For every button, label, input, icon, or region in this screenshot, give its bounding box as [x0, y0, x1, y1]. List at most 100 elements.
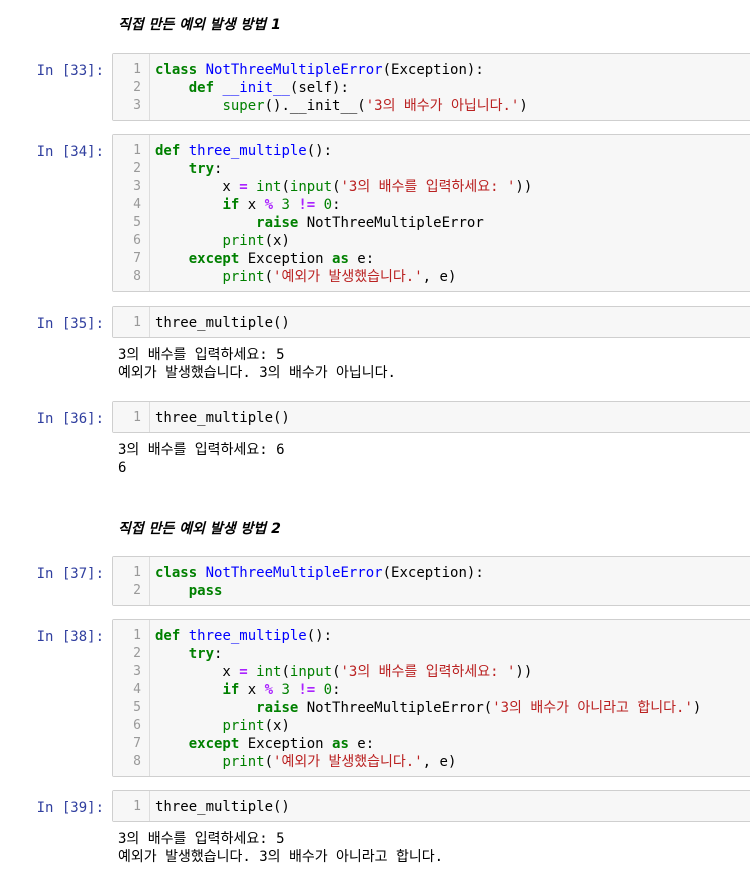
code-token: __init__ [222, 80, 290, 96]
code-token: : [332, 682, 341, 698]
code-token: x [239, 197, 265, 213]
code-token: '예외가 발생했습니다.' [273, 269, 423, 285]
code-token: : [214, 646, 223, 662]
code-token: '3의 배수가 아니라고 합니다.' [492, 700, 693, 716]
code-editor[interactable]: 1 def three_multiple(): 2 try: 3 x = int(in… [112, 619, 750, 777]
code-text: print('예외가 발생했습니다.', e) [155, 753, 456, 771]
line-number: 3 [133, 664, 141, 679]
code-token: % [264, 682, 274, 698]
output-line: 예외가 발생했습니다. 3의 배수가 아니라고 합니다. [118, 849, 444, 865]
input-prompt: In [33]: [36, 63, 104, 79]
line-number: 2 [133, 161, 141, 176]
code-token: raise [256, 700, 299, 716]
code-token: (): [306, 143, 333, 159]
code-token: ( [281, 179, 290, 195]
code-token: three_multiple() [155, 410, 290, 426]
code-token: try [188, 646, 215, 662]
code-token: : [332, 197, 341, 213]
line-number: 4 [133, 197, 141, 212]
code-token: as [332, 736, 349, 752]
cell-output: 3의 배수를 입력하세요: 5 예외가 발생했습니다. 3의 배수가 아닙니다. [118, 346, 396, 382]
code-token: three_multiple [188, 143, 307, 159]
code-token: ( [281, 664, 290, 680]
line-number: 2 [133, 646, 141, 661]
code-token: print [222, 269, 265, 285]
code-token: = [239, 664, 248, 680]
code-token: three_multiple [188, 628, 307, 644]
line-number: 1 [133, 628, 141, 643]
code-text: raise NotThreeMultipleError [155, 214, 484, 232]
cell-output: 3의 배수를 입력하세요: 6 6 [118, 441, 285, 477]
code-token: 3 [281, 682, 290, 698]
code-token: '3의 배수를 입력하세요: ' [340, 664, 516, 680]
line-number: 4 [133, 682, 141, 697]
line-number: 5 [133, 700, 141, 715]
code-token: super [222, 98, 265, 114]
code-token: Exception [239, 736, 333, 752]
code-token: except [188, 736, 240, 752]
line-number: 1 [133, 410, 141, 425]
input-prompt: In [34]: [36, 144, 104, 160]
code-token: % [264, 197, 274, 213]
line-number: 1 [133, 62, 141, 77]
line-number: 8 [133, 269, 141, 284]
code-text: if x % 3 != 0: [155, 196, 341, 214]
code-editor[interactable]: 1 class NotThreeMultipleError(Exception):… [112, 556, 750, 606]
code-text: pass [155, 582, 223, 600]
line-number: 1 [133, 143, 141, 158]
code-token: e: [348, 736, 375, 752]
code-token: try [188, 161, 215, 177]
code-text: try: [155, 645, 223, 663]
line-number: 7 [133, 251, 141, 266]
code-token: ().__init__( [264, 98, 366, 114]
code-token: (Exception): [382, 565, 484, 581]
line-number: 3 [133, 179, 141, 194]
code-token: = [239, 179, 248, 195]
code-token: (x) [264, 233, 290, 249]
code-token: print [222, 233, 265, 249]
code-token: , e) [422, 754, 457, 770]
input-prompt: In [38]: [36, 629, 104, 645]
code-token: x [239, 682, 265, 698]
code-token: ) [692, 700, 702, 716]
line-number: 1 [133, 799, 141, 814]
line-number: 2 [133, 80, 141, 95]
code-text: three_multiple() [155, 798, 290, 816]
code-editor[interactable]: 1 three_multiple() [112, 790, 750, 822]
code-text: try: [155, 160, 223, 178]
code-token: three_multiple() [155, 315, 290, 331]
line-number: 7 [133, 736, 141, 751]
code-token: NotThreeMultipleError [298, 215, 484, 231]
line-number: 5 [133, 215, 141, 230]
code-token: ( [332, 664, 341, 680]
code-token: ( [264, 754, 274, 770]
code-editor[interactable]: 1 class NotThreeMultipleError(Exception):… [112, 53, 750, 121]
code-token: (): [306, 628, 333, 644]
output-line: 3의 배수를 입력하세요: 5 [118, 831, 285, 847]
code-editor[interactable]: 1 def three_multiple(): 2 try: 3 x = int(in… [112, 134, 750, 292]
code-text: raise NotThreeMultipleError('3의 배수가 아니라고… [155, 699, 701, 717]
code-editor[interactable]: 1 three_multiple() [112, 401, 750, 433]
code-editor[interactable]: 1 three_multiple() [112, 306, 750, 338]
code-token: input [289, 664, 333, 680]
code-token: three_multiple() [155, 799, 290, 815]
code-token: 3 [281, 197, 290, 213]
code-token: if [222, 682, 240, 698]
code-token: NotThreeMultipleError( [298, 700, 493, 716]
code-token: : [214, 161, 223, 177]
code-token: def [155, 143, 181, 159]
